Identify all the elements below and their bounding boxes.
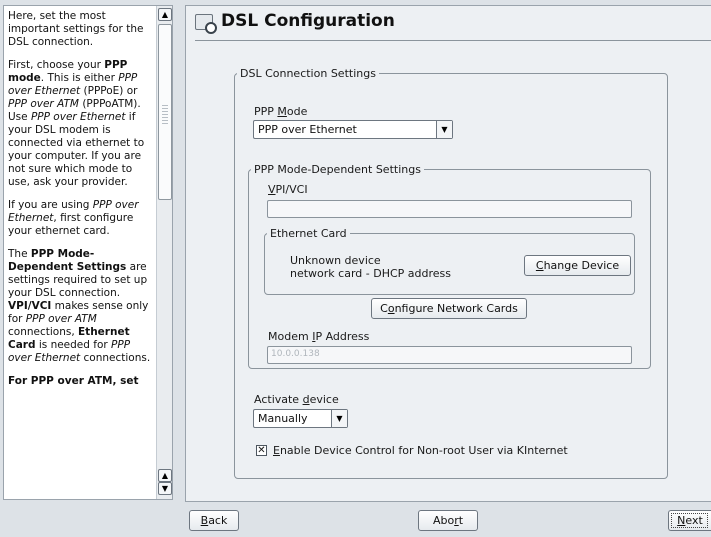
help-text-span: connections. bbox=[80, 352, 151, 364]
ppp-mode-dependent-legend: PPP Mode-Dependent Settings bbox=[254, 163, 421, 176]
help-text-span: First, choose your bbox=[8, 59, 105, 71]
arrow-up-icon: ▲ bbox=[161, 471, 169, 480]
help-text: Here, set the most important settings fo… bbox=[8, 10, 156, 398]
help-paragraph: First, choose your PPP mode. This is eit… bbox=[8, 59, 156, 189]
help-scrollbar[interactable]: ▲ ▲ ▼ bbox=[156, 6, 172, 499]
grip-icon bbox=[162, 105, 168, 125]
help-italic-span: PPP over ATM bbox=[25, 313, 97, 325]
accelerator-key: o bbox=[387, 302, 395, 315]
button-label: nfigure Network Cards bbox=[394, 302, 518, 315]
label-part: ode bbox=[286, 105, 308, 118]
help-bold-span: VPI/VCI bbox=[8, 300, 52, 312]
change-device-button[interactable]: Change Device bbox=[524, 255, 631, 276]
ppp-mode-label: PPP Mode bbox=[254, 105, 307, 118]
help-paragraph: The PPP Mode-Dependent Settings are sett… bbox=[8, 248, 156, 365]
enable-device-control-checkbox[interactable]: ✕ bbox=[256, 445, 267, 456]
ethernet-device-type: network card - DHCP address bbox=[290, 267, 451, 280]
accelerator-key: V bbox=[268, 183, 276, 196]
configure-network-cards-button[interactable]: Configure Network Cards bbox=[371, 298, 527, 319]
arrow-down-icon: ▼ bbox=[161, 484, 169, 493]
button-label: hange Device bbox=[543, 259, 620, 272]
vpi-vci-input[interactable] bbox=[267, 200, 632, 218]
vpi-vci-label: VPI/VCI bbox=[268, 183, 308, 196]
label-part: PPP bbox=[254, 105, 278, 118]
help-text-span: If you are using bbox=[8, 199, 93, 211]
help-text-span: The bbox=[8, 248, 31, 260]
label-part: evice bbox=[309, 393, 339, 406]
activate-device-value: Manually bbox=[258, 412, 308, 425]
dsl-config-icon bbox=[195, 14, 217, 34]
help-paragraph: Here, set the most important settings fo… bbox=[8, 10, 156, 49]
button-label: ext bbox=[685, 514, 703, 527]
label-part: Modem bbox=[268, 330, 313, 343]
button-label: Abo bbox=[432, 514, 455, 527]
ethernet-card-legend: Ethernet Card bbox=[270, 227, 347, 240]
scroll-up-button[interactable]: ▲ bbox=[158, 8, 172, 21]
accelerator-key: d bbox=[302, 393, 310, 406]
scroll-down-button[interactable]: ▼ bbox=[158, 482, 172, 495]
button-label: ack bbox=[208, 514, 228, 527]
accelerator-key: C bbox=[535, 259, 544, 272]
help-italic-span: PPP over Ethernet bbox=[30, 111, 126, 123]
help-italic-span: PPP over ATM bbox=[8, 98, 79, 110]
help-paragraph: For PPP over ATM, set bbox=[8, 375, 156, 388]
help-paragraph: If you are using PPP over Ethernet, firs… bbox=[8, 199, 156, 238]
help-panel[interactable]: Here, set the most important settings fo… bbox=[3, 5, 173, 500]
abort-button[interactable]: Abort bbox=[418, 510, 478, 531]
enable-device-control-label[interactable]: Enable Device Control for Non-root User … bbox=[273, 444, 568, 457]
chevron-down-icon: ▼ bbox=[331, 410, 347, 427]
accelerator-key: E bbox=[273, 444, 280, 457]
scroll-up-button-bottom[interactable]: ▲ bbox=[158, 469, 172, 482]
label-part: nable Device Control for Non-root User v… bbox=[279, 444, 568, 457]
back-button[interactable]: Back bbox=[189, 510, 239, 531]
label-part: Activate bbox=[254, 393, 303, 406]
help-text-line: Here, set the most important settings fo… bbox=[8, 10, 144, 48]
help-text-span: is needed for bbox=[35, 339, 112, 351]
button-label: t bbox=[458, 514, 464, 527]
help-text-span: (PPPoE) or bbox=[80, 85, 138, 97]
button-label: C bbox=[380, 302, 388, 315]
modem-ip-input[interactable]: 10.0.0.138 bbox=[267, 346, 632, 364]
dsl-connection-settings-legend: DSL Connection Settings bbox=[240, 67, 376, 80]
title-divider bbox=[195, 40, 711, 41]
modem-ip-label: Modem IP Address bbox=[268, 330, 369, 343]
activate-device-select[interactable]: Manually ▼ bbox=[253, 409, 348, 428]
activate-device-label: Activate device bbox=[254, 393, 339, 406]
modem-ip-value: 10.0.0.138 bbox=[271, 349, 320, 359]
label-part: P Address bbox=[315, 330, 370, 343]
bottom-button-bar bbox=[0, 505, 711, 537]
next-button[interactable]: Next bbox=[668, 510, 711, 531]
scrollbar-thumb[interactable] bbox=[158, 24, 172, 200]
help-text-span: . This is either bbox=[40, 72, 119, 84]
ppp-mode-value: PPP over Ethernet bbox=[258, 123, 357, 136]
label-part: PI/VCI bbox=[275, 183, 308, 196]
ppp-mode-select[interactable]: PPP over Ethernet ▼ bbox=[253, 120, 453, 139]
chevron-down-icon: ▼ bbox=[436, 121, 452, 138]
help-text-span: connections, bbox=[8, 326, 78, 338]
checkmark-icon: ✕ bbox=[257, 445, 266, 456]
ethernet-device-name: Unknown device bbox=[290, 254, 381, 267]
help-bold-span: For PPP over ATM, set bbox=[8, 375, 139, 387]
accelerator-key: M bbox=[277, 105, 287, 118]
arrow-up-icon: ▲ bbox=[161, 10, 169, 19]
page-title: DSL Configuration bbox=[221, 11, 395, 31]
